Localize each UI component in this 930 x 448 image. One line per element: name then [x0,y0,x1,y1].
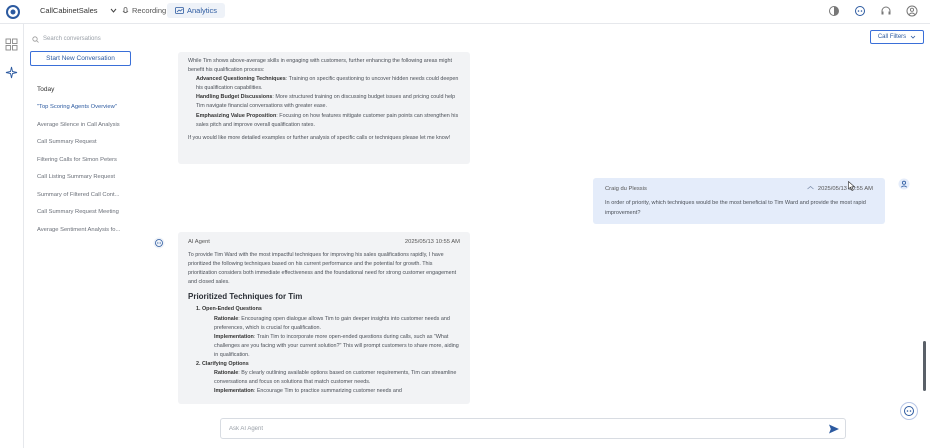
chevron-down-icon [910,35,916,39]
message-point: Handling Budget Discussions: More struct… [188,93,460,111]
top-bar: CallCabinetSales Recording Analytics [0,0,930,24]
point-title: Advanced Questioning Techniques [196,76,286,83]
chevron-down-icon [110,8,116,13]
message-timestamp: 2025/05/13 10:55 AM [817,186,873,192]
implementation-label: Implementation [214,333,254,340]
technique-rationale: Rationale: Encouraging open dialogue all… [188,315,460,333]
app-selector[interactable]: CallCabinetSales [40,6,117,15]
call-filters-button[interactable]: Call Filters [870,30,924,44]
send-icon[interactable] [828,423,840,435]
search-icon [32,35,39,43]
nav-rail [0,24,24,448]
implementation-text: : Encourage Tim to practice summarizing … [253,388,402,395]
message-author: Craig du Plessis [605,186,647,192]
rationale-label: Rationale [214,315,239,322]
tab-analytics[interactable]: Analytics [167,3,226,18]
microphone-icon [122,6,129,13]
technique-implementation: Implementation: Train Tim to incorporate… [188,333,460,360]
start-new-conversation-button[interactable]: Start New Conversation [30,51,131,66]
search-placeholder: Search conversations [43,36,101,42]
message-text: In order of priority, which techniques w… [605,200,866,216]
mouse-cursor-icon [848,181,856,191]
ai-message-previous: While Tim shows above-average skills in … [178,52,470,164]
chart-icon [175,7,184,14]
conversation-item[interactable]: Call Summary Request [37,137,137,155]
conversation-sidebar: Search conversations Start New Conversat… [24,24,138,448]
app-name: CallCabinetSales [40,6,98,15]
section-label-today: Today [37,86,55,93]
ask-ai-agent-input[interactable] [229,423,809,435]
user-message: Craig du Plessis 2025/05/13 10:55 AM In … [593,178,885,224]
dashboard-icon[interactable] [5,38,18,51]
message-closing: If you would like more detailed examples… [188,134,451,141]
headset-icon[interactable] [880,5,892,17]
ai-agent-icon [904,406,914,416]
scrollbar-thumb[interactable] [923,341,926,391]
rationale-text: : Encouraging open dialogue allows Tim t… [214,315,450,331]
conversation-item[interactable]: "Top Scoring Agents Overview" [37,102,137,120]
point-title: Emphasizing Value Proposition [196,112,277,119]
technique-title: 1. Open-Ended Questions [196,306,262,313]
technique-implementation: Implementation: Encourage Tim to practic… [188,387,460,396]
call-filters-label: Call Filters [877,34,907,40]
conversation-item[interactable]: Call Summary Request Meeting [37,207,137,225]
app-logo-icon[interactable] [6,5,20,19]
message-heading: Prioritized Techniques for Tim [188,292,303,302]
tab-analytics-label: Analytics [187,6,218,15]
conversation-item[interactable]: Average Silence in Call Analysis [37,120,137,138]
rationale-label: Rationale [214,370,239,377]
tab-recording[interactable]: Recording [122,6,166,15]
message-author: AI Agent [188,239,210,245]
ai-message: AI Agent 2025/05/13 10:55 AM To provide … [178,232,470,404]
ai-sparkle-icon[interactable] [5,66,18,79]
conversation-item[interactable]: Filtering Calls for Simon Peters [37,155,137,173]
conversation-list: "Top Scoring Agents Overview" Average Si… [37,102,137,242]
user-icon[interactable] [906,5,918,17]
technique-rationale: Rationale: By clearly outlining availabl… [188,369,460,387]
conversation-item[interactable]: Summary of Filtered Call Cont... [37,190,137,208]
message-timestamp: 2025/05/13 10:55 AM [404,239,460,245]
tab-recording-label: Recording [132,6,167,15]
ai-assistant-fab[interactable] [900,402,918,420]
message-point: Emphasizing Value Proposition: Focusing … [188,112,460,130]
implementation-label: Implementation [214,388,254,395]
rationale-text: : By clearly outlining available options… [214,370,457,386]
technique-title: 2. Clarifying Options [196,361,249,368]
copy-icon[interactable] [807,186,814,192]
ai-agent-icon[interactable] [854,5,866,17]
chat-input-bar [220,418,846,439]
conversation-item[interactable]: Call Listing Summary Request [37,172,137,190]
chat-panel: Call Filters While Tim shows above-avera… [138,24,930,448]
search-conversations[interactable]: Search conversations [32,33,132,45]
conversation-item[interactable]: Average Sentiment Analysis fo... [37,225,137,243]
contrast-icon[interactable] [828,5,840,17]
message-intro: While Tim shows above-average skills in … [188,58,452,74]
user-avatar-icon [898,178,910,190]
message-intro: To provide Tim Ward with the most impact… [188,252,457,286]
ai-agent-avatar-icon [153,237,165,249]
message-point: Advanced Questioning Techniques: Trainin… [188,75,460,93]
point-title: Handling Budget Discussions [196,94,273,101]
